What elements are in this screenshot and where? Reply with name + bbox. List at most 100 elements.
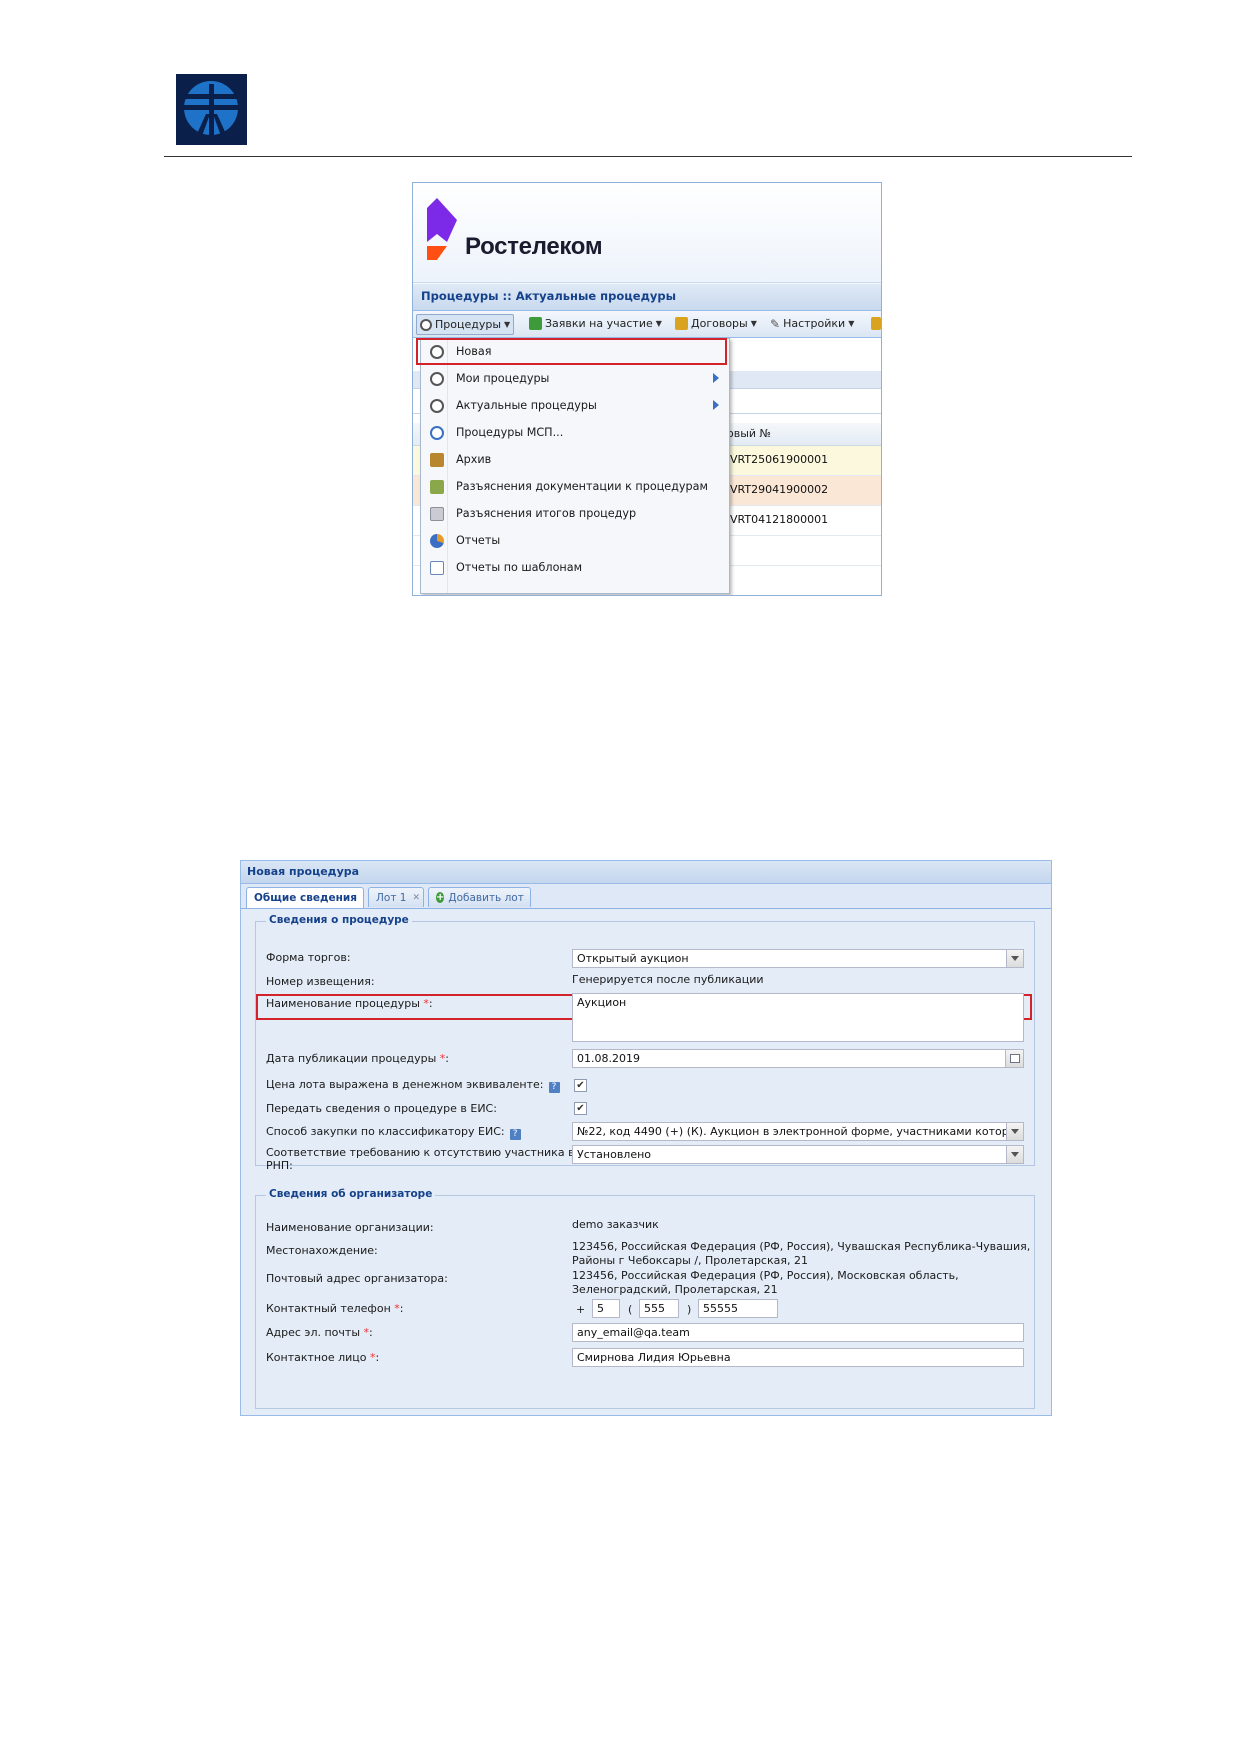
menu-item-my-procedures[interactable]: Мои процедуры xyxy=(421,366,729,393)
chevron-down-icon[interactable] xyxy=(1006,1123,1023,1140)
column-number-header: овый № xyxy=(727,427,771,440)
procedures-dropdown-menu: Новая Мои процедуры Актуальные процедуры… xyxy=(420,338,730,594)
help-icon[interactable]: ? xyxy=(548,1082,560,1093)
phone-number-input[interactable]: 55555 xyxy=(698,1299,778,1318)
postal-address-value-cont: Зеленоградский, Пролетарская, 21 xyxy=(572,1283,778,1296)
contracts-menu-label: Договоры xyxy=(691,317,748,330)
header-rule xyxy=(164,156,1132,157)
menu-item-label: Процедуры МСП... xyxy=(456,426,564,439)
procedure-name-value: Аукцион xyxy=(577,996,627,1009)
procedure-number: VRT29041900002 xyxy=(730,483,829,496)
notice-number-value: Генерируется после публикации xyxy=(572,973,764,986)
add-lot-button[interactable]: + Добавить лот xyxy=(428,887,531,907)
publication-date-value: 01.08.2019 xyxy=(577,1052,640,1065)
publication-date-label: Дата публикации процедуры *: xyxy=(266,1052,449,1065)
brand-name: Ростелеком xyxy=(465,233,603,260)
notice-number-label: Номер извещения: xyxy=(266,975,375,988)
procurement-method-select[interactable]: №22, код 4490 (+) (К). Аукцион в электро… xyxy=(572,1122,1024,1141)
rnp-requirement-label-cont: РНП: xyxy=(266,1159,293,1172)
phone-country-input[interactable]: 5 xyxy=(592,1299,620,1318)
contracts-icon xyxy=(675,317,688,330)
money-equivalent-label: Цена лота выражена в денежном эквивалент… xyxy=(266,1078,560,1093)
contact-person-input[interactable]: Смирнова Лидия Юрьевна xyxy=(572,1348,1024,1367)
procurement-method-value: №22, код 4490 (+) (К). Аукцион в электро… xyxy=(577,1125,1016,1138)
submenu-arrow-icon xyxy=(713,400,719,410)
brand-header: Ростелеком xyxy=(413,183,881,283)
menu-item-label: Отчеты по шаблонам xyxy=(456,561,583,574)
gear-icon xyxy=(430,399,444,413)
form-title: Новая процедура xyxy=(247,865,360,878)
highlight-new-item xyxy=(416,338,727,365)
panel-title: Процедуры :: Актуальные процедуры xyxy=(413,284,881,311)
applications-menu-button[interactable]: Заявки на участие ▼ xyxy=(526,314,665,333)
plus-icon: + xyxy=(436,892,445,903)
trade-form-select[interactable]: Открытый аукцион xyxy=(572,949,1024,968)
phone-code-input[interactable]: 555 xyxy=(639,1299,679,1318)
submenu-arrow-icon xyxy=(713,373,719,383)
more-toolbar-button[interactable] xyxy=(868,314,881,333)
menu-item-label: Разъяснения документации к процедурам xyxy=(456,480,708,493)
tab-lot-label: Лот 1 xyxy=(376,891,407,904)
archive-icon xyxy=(430,453,444,467)
pie-chart-icon xyxy=(430,534,444,548)
menu-item-label: Разъяснения итогов процедур xyxy=(456,507,637,520)
menu-item-archive[interactable]: Архив xyxy=(421,447,729,474)
procedure-name-textarea[interactable]: Аукцион xyxy=(572,993,1024,1042)
procedure-name-label: Наименование процедуры *: xyxy=(266,997,433,1010)
screenshot-new-procedure-form: Новая процедура Общие сведения Лот 1 ✕ +… xyxy=(240,860,1052,1416)
tab-bar: Общие сведения Лот 1 ✕ + Добавить лот xyxy=(241,884,1051,909)
menu-item-msp-procedures[interactable]: Процедуры МСП... xyxy=(421,420,729,447)
panel-title-text: Процедуры :: Актуальные процедуры xyxy=(421,289,676,303)
postal-address-label: Почтовый адрес организатора: xyxy=(266,1272,448,1285)
trade-form-value: Открытый аукцион xyxy=(577,952,689,965)
tab-lot-1[interactable]: Лот 1 ✕ xyxy=(368,887,424,907)
toolbar: Процедуры ▼ Заявки на участие ▼ Договоры… xyxy=(413,311,881,338)
wrench-icon: ✎ xyxy=(770,316,781,331)
menu-item-result-clarifications[interactable]: Разъяснения итогов процедур xyxy=(421,501,729,528)
menu-item-actual-procedures[interactable]: Актуальные процедуры xyxy=(421,393,729,420)
email-input[interactable]: any_email@qa.team xyxy=(572,1323,1024,1342)
organizer-fieldset-legend: Сведения об организаторе xyxy=(266,1188,436,1200)
send-to-eis-checkbox[interactable]: ✔ xyxy=(574,1102,587,1115)
spreadsheet-icon xyxy=(529,317,542,330)
form-body: Сведения о процедуре Форма торгов: Откры… xyxy=(241,909,1051,1415)
trade-form-label: Форма торгов: xyxy=(266,951,351,964)
tab-general[interactable]: Общие сведения xyxy=(246,887,364,908)
phone-plus: + xyxy=(576,1303,586,1316)
location-value: 123456, Российская Федерация (РФ, Россия… xyxy=(572,1240,1031,1253)
menu-item-template-reports[interactable]: Отчеты по шаблонам xyxy=(421,555,729,582)
report-template-icon xyxy=(430,561,444,575)
dropdown-caret-icon: ▼ xyxy=(848,319,855,328)
menu-item-label: Мои процедуры xyxy=(456,372,550,385)
add-lot-label: Добавить лот xyxy=(448,891,524,904)
org-name-label: Наименование организации: xyxy=(266,1221,434,1234)
ett-logo xyxy=(176,74,247,145)
menu-item-reports[interactable]: Отчеты xyxy=(421,528,729,555)
procedure-fieldset-legend: Сведения о процедуре xyxy=(266,914,412,926)
procedures-menu-button[interactable]: Процедуры ▼ xyxy=(416,314,515,335)
gear-icon xyxy=(420,318,432,331)
phone-open-paren: ( xyxy=(628,1303,633,1316)
settings-menu-button[interactable]: ✎ Настройки ▼ xyxy=(767,314,857,333)
publication-date-input[interactable]: 01.08.2019 xyxy=(572,1049,1024,1068)
location-label: Местонахождение: xyxy=(266,1244,378,1257)
menu-item-doc-clarifications[interactable]: Разъяснения документации к процедурам xyxy=(421,474,729,501)
doc-question-icon xyxy=(430,480,444,494)
chevron-down-icon[interactable] xyxy=(1006,1146,1023,1163)
phone-label: Контактный телефон *: xyxy=(266,1302,404,1315)
applications-menu-label: Заявки на участие xyxy=(545,317,653,330)
phone-close-paren: ) xyxy=(687,1303,692,1316)
settings-menu-label: Настройки xyxy=(783,317,846,330)
calendar-icon[interactable] xyxy=(1005,1050,1023,1067)
help-icon[interactable]: ? xyxy=(509,1129,521,1140)
location-value-cont: Районы г Чебоксары /, Пролетарская, 21 xyxy=(572,1254,808,1267)
gear-icon xyxy=(430,426,444,440)
org-name-value: demo заказчик xyxy=(572,1218,659,1231)
contracts-menu-button[interactable]: Договоры ▼ xyxy=(672,314,760,333)
chevron-down-icon[interactable] xyxy=(1006,950,1023,967)
dropdown-caret-icon: ▼ xyxy=(655,319,662,328)
procedure-number: VRT04121800001 xyxy=(730,513,829,526)
rnp-requirement-select[interactable]: Установлено xyxy=(572,1145,1024,1164)
money-equivalent-checkbox[interactable]: ✔ xyxy=(574,1079,587,1092)
close-icon[interactable]: ✕ xyxy=(412,893,420,903)
